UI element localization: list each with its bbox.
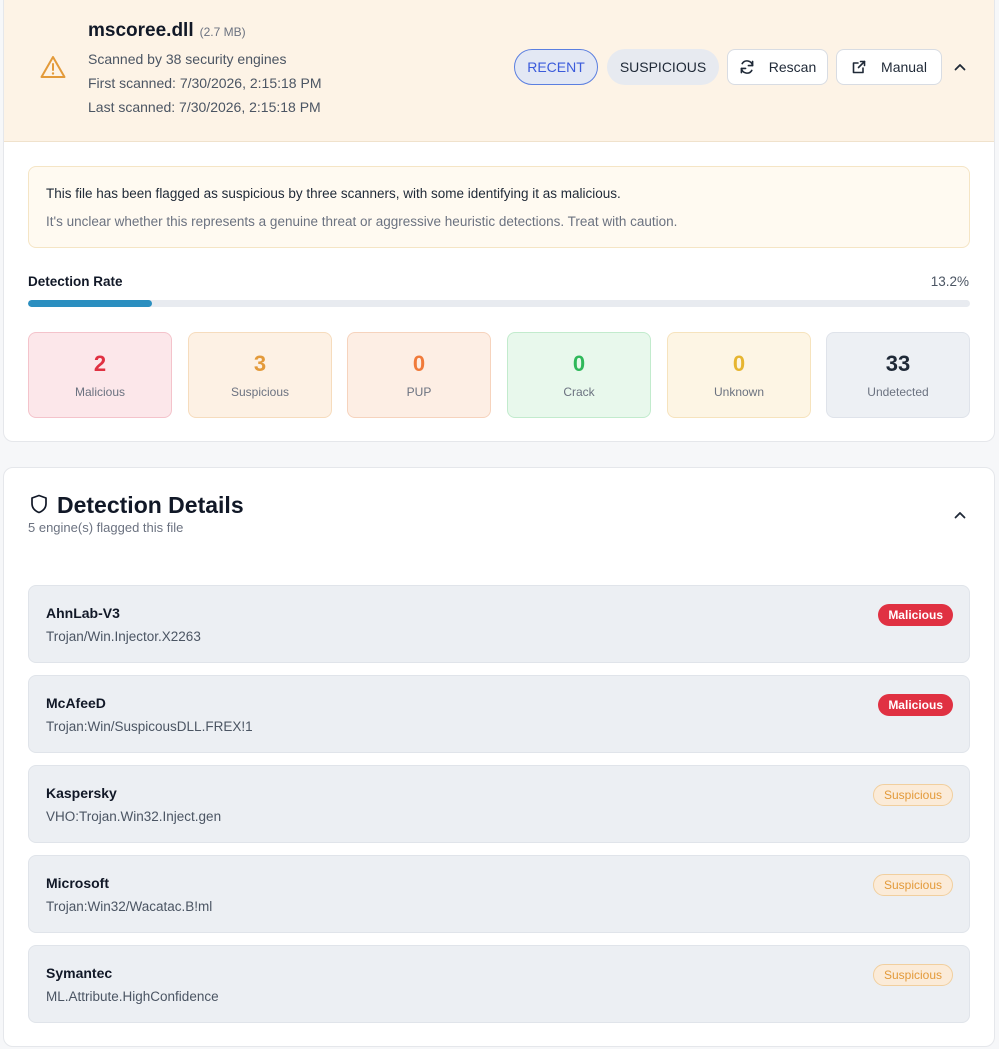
file-name: mscoree.dll (2.7 MB) [88, 20, 246, 42]
stat-tile-suspicious: 3 Suspicious [188, 332, 332, 418]
refresh-icon [740, 60, 754, 74]
external-link-icon [852, 60, 866, 74]
warning-icon [40, 56, 66, 78]
detection-rate-fill [28, 300, 153, 307]
stat-label: Unknown [713, 385, 765, 399]
verdict-badge: Suspicious [872, 964, 953, 986]
notice-line-1: This file has been flagged as suspicious… [46, 186, 621, 201]
manual-button[interactable]: Manual [836, 49, 942, 85]
verdict-badge: Suspicious [872, 784, 953, 806]
notice-line-2: It's unclear whether this represents a g… [46, 214, 678, 229]
engine-row: Microsoft Trojan:Win32/Wacatac.B!ml Suspic… [28, 855, 970, 933]
shield-icon [31, 494, 47, 514]
engine-signature: ML.Attribute.HighConfidence [46, 989, 219, 1004]
detection-rate-label: Detection Rate [28, 274, 123, 289]
verdict-badge: Suspicious [872, 874, 953, 896]
file-size: (2.7 MB) [199, 25, 246, 39]
stat-label: Undetected [867, 385, 929, 399]
engine-signature: VHO:Trojan.Win32.Inject.gen [46, 809, 222, 824]
engine-row: AhnLab-V3 Trojan/Win.Injector.X2263 Malici… [28, 585, 970, 663]
engine-signature: Trojan:Win32/Wacatac.B!ml [46, 899, 213, 914]
engine-name: Symantec [46, 965, 113, 981]
detection-details-card: Detection Details 5 engine(s) flagged th… [3, 467, 995, 1047]
first-scanned-text: First scanned: 7/30/2026, 2:15:18 PM [88, 75, 322, 91]
stat-tile-pup: 0 PUP [347, 332, 491, 418]
stat-count: 0 [572, 351, 586, 376]
stat-count: 0 [732, 351, 746, 376]
stat-tile-undetected: 33 Undetected [826, 332, 970, 418]
scanned-by-text: Scanned by 38 security engines [88, 51, 287, 67]
stat-count: 0 [412, 351, 426, 376]
recent-pill[interactable]: RECENT [514, 49, 598, 85]
stat-tile-unknown: 0 Unknown [667, 332, 811, 418]
engine-row: Symantec ML.Attribute.HighConfidence Suspi… [28, 945, 970, 1023]
stat-label: PUP [406, 385, 432, 399]
last-scanned-text: Last scanned: 7/30/2026, 2:15:18 PM [88, 99, 321, 115]
file-header: mscoree.dll (2.7 MB) Scanned by 38 securi… [4, 0, 994, 142]
suspicious-notice: This file has been flagged as suspicious… [28, 166, 970, 248]
stat-count: 33 [885, 351, 911, 376]
stat-tile-crack: 0 Crack [507, 332, 651, 418]
stat-count: 3 [253, 351, 267, 376]
engine-name: Kaspersky [46, 785, 117, 801]
verdict-badge: Malicious [878, 604, 953, 626]
chevron-up-icon[interactable] [952, 59, 968, 75]
detection-details-title: Detection Details [57, 492, 244, 518]
chevron-up-icon[interactable] [952, 507, 968, 523]
file-summary-card: mscoree.dll (2.7 MB) Scanned by 38 securi… [3, 0, 995, 442]
rescan-label: Rescan [768, 59, 817, 75]
engine-name: Microsoft [46, 875, 109, 891]
engine-name: AhnLab-V3 [46, 605, 120, 621]
detection-rate-bar [28, 300, 970, 307]
stat-label: Crack [563, 385, 595, 399]
rescan-button[interactable]: Rescan [727, 49, 828, 85]
engine-name: McAfeeD [46, 695, 106, 711]
stat-label: Malicious [74, 385, 125, 399]
detection-rate-value: 13.2% [930, 274, 969, 289]
manual-label: Manual [881, 59, 927, 75]
suspicious-pill[interactable]: SUSPICIOUS [607, 49, 719, 85]
detection-details-subtitle: 5 engine(s) flagged this file [28, 520, 184, 535]
engine-signature: Trojan/Win.Injector.X2263 [46, 629, 201, 644]
verdict-badge: Malicious [878, 694, 953, 716]
file-name-text: mscoree.dll [88, 20, 194, 41]
engine-row: Kaspersky VHO:Trojan.Win32.Inject.gen Susp… [28, 765, 970, 843]
stat-count: 2 [93, 351, 107, 376]
stat-tile-malicious: 2 Malicious [28, 332, 172, 418]
stat-label: Suspicious [230, 385, 290, 399]
engine-signature: Trojan:Win/SuspicousDLL.FREX!1 [46, 719, 253, 734]
engine-row: McAfeeD Trojan:Win/SuspicousDLL.FREX!1 Mal… [28, 675, 970, 753]
